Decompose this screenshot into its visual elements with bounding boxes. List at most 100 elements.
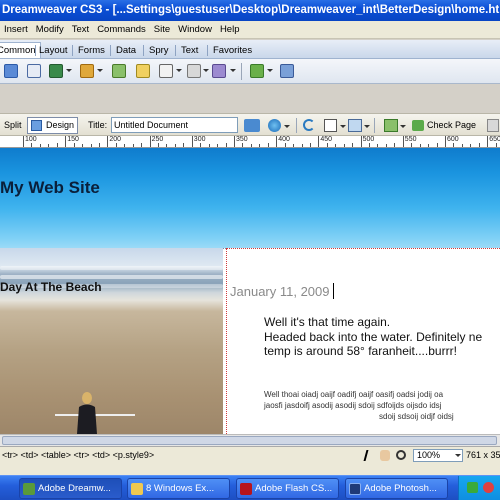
- menu-commands[interactable]: Commands: [93, 21, 150, 39]
- refresh-icon[interactable]: [303, 119, 315, 131]
- validate-markup-icon[interactable]: [384, 119, 398, 132]
- document-title-input[interactable]: [111, 117, 238, 133]
- template-icon[interactable]: [250, 64, 264, 78]
- scrollbar-thumb[interactable]: [2, 436, 497, 445]
- menu-bar: Insert Modify Text Commands Site Window Help: [0, 21, 500, 39]
- tab-divider: [72, 45, 73, 56]
- chevron-down-icon[interactable]: [364, 125, 370, 128]
- menu-window[interactable]: Window: [174, 21, 216, 39]
- tab-favorites[interactable]: Favorites: [209, 43, 256, 59]
- status-bar: <tr> <td> <table> <tr> <td> <p.style9> 1…: [0, 446, 500, 463]
- head-icon[interactable]: [187, 64, 201, 78]
- hand-tool-icon[interactable]: [380, 450, 390, 461]
- taskbar-item-flash[interactable]: Adobe Flash CS...: [236, 478, 339, 499]
- flash-icon: [240, 483, 252, 495]
- ruler-minor-tick: [174, 144, 176, 147]
- beach-caption[interactable]: Day At The Beach: [0, 280, 102, 294]
- chevron-down-icon[interactable]: [66, 69, 72, 72]
- menu-site[interactable]: Site: [150, 21, 174, 39]
- tab-spry[interactable]: Spry: [145, 43, 173, 59]
- ruler-minor-tick: [394, 143, 396, 147]
- select-tool-icon[interactable]: [363, 450, 377, 461]
- visual-aids-icon[interactable]: [348, 119, 362, 132]
- image-icon[interactable]: [49, 64, 63, 78]
- file-management-icon[interactable]: [244, 119, 260, 132]
- post-date[interactable]: January 11, 2009: [230, 284, 330, 299]
- split-label: Split: [4, 120, 22, 130]
- ruler-minor-tick: [132, 144, 134, 147]
- tab-text[interactable]: Text: [177, 43, 202, 59]
- check-page-button[interactable]: Check Page: [409, 117, 480, 134]
- chevron-down-icon[interactable]: [284, 125, 290, 128]
- split-view-button[interactable]: Split: [0, 117, 26, 134]
- tray-app-icon[interactable]: [467, 482, 478, 493]
- ruler-label: 450: [320, 136, 333, 143]
- menu-text[interactable]: Text: [68, 21, 93, 39]
- comment-icon[interactable]: [159, 64, 173, 78]
- beach-photo[interactable]: Day At The Beach: [0, 248, 223, 434]
- ruler-major-tick: [234, 136, 235, 147]
- chevron-down-icon[interactable]: [340, 125, 346, 128]
- post-paragraph[interactable]: Well it's that time again. Headed back i…: [264, 315, 500, 359]
- ruler-label: 350: [236, 136, 248, 143]
- taskbar-item-dreamweaver[interactable]: Adobe Dreamw...: [19, 478, 122, 499]
- check-page-label: Check Page: [427, 120, 477, 130]
- server-include-icon[interactable]: [136, 64, 150, 78]
- paragraph-line: sdoij sdsoij oidjf oidsj: [379, 412, 454, 421]
- document-options-icon[interactable]: [487, 119, 499, 132]
- zoom-tool-icon[interactable]: [396, 450, 406, 460]
- paragraph-line: temp is around 58° faranheit....burrr!: [264, 344, 457, 358]
- dreamweaver-icon: [23, 483, 35, 495]
- content-cell[interactable]: January 11, 2009 Well it's that time aga…: [226, 248, 500, 434]
- preview-browser-icon[interactable]: [268, 119, 281, 132]
- paragraph-line: Well it's that time again.: [264, 315, 391, 329]
- table-icon[interactable]: [27, 64, 41, 78]
- ruler-minor-tick: [90, 144, 92, 147]
- ruler-minor-tick: [48, 144, 50, 147]
- tag-selector[interactable]: <tr> <td> <table> <tr> <td> <p.style9>: [2, 447, 154, 463]
- chevron-down-icon[interactable]: [267, 69, 273, 72]
- script-icon[interactable]: [212, 64, 226, 78]
- menu-modify[interactable]: Modify: [32, 21, 68, 39]
- window-size[interactable]: 761 x 35: [466, 447, 500, 463]
- view-options-icon[interactable]: [324, 119, 337, 132]
- toolbar-divider: [296, 118, 297, 133]
- chevron-down-icon[interactable]: [230, 69, 236, 72]
- tab-data[interactable]: Data: [112, 43, 140, 59]
- menu-insert[interactable]: Insert: [0, 21, 32, 39]
- chevron-down-icon[interactable]: [176, 69, 182, 72]
- folder-icon: [131, 483, 143, 495]
- ruler-minor-tick: [470, 144, 472, 147]
- taskbar-item-photoshop[interactable]: Adobe Photosh...: [345, 478, 448, 499]
- menu-help[interactable]: Help: [216, 21, 244, 39]
- ruler-major-tick: [318, 136, 320, 147]
- date-icon[interactable]: [112, 64, 126, 78]
- tab-layout[interactable]: Layout: [35, 43, 72, 59]
- design-view-button[interactable]: Design: [27, 117, 79, 134]
- ruler-label: 150: [67, 136, 79, 143]
- ruler-minor-tick: [495, 143, 497, 147]
- chevron-down-icon[interactable]: [97, 69, 103, 72]
- horizontal-scrollbar[interactable]: [0, 434, 500, 446]
- ruler-major-tick: [487, 136, 489, 147]
- ruler-label: 200: [109, 136, 122, 143]
- taskbar-item-explorer[interactable]: 8 Windows Ex...: [127, 478, 230, 499]
- chevron-down-icon[interactable]: [455, 454, 461, 457]
- filler-paragraph[interactable]: Well thoai oiadj oaijf oadifj oaijf oasi…: [264, 389, 500, 422]
- ruler-label: 650: [489, 136, 500, 143]
- tag-chooser-icon[interactable]: [280, 64, 294, 78]
- chevron-down-icon[interactable]: [400, 125, 406, 128]
- ruler-minor-tick: [301, 144, 303, 147]
- tab-forms[interactable]: Forms: [74, 43, 109, 59]
- media-icon[interactable]: [80, 64, 94, 78]
- site-title[interactable]: My Web Site: [0, 178, 100, 198]
- design-view[interactable]: My Web Site Day At The Beach January 11,…: [0, 148, 500, 434]
- ruler-label: 250: [151, 136, 164, 143]
- ruler-major-tick: [360, 136, 362, 147]
- chevron-down-icon[interactable]: [203, 69, 209, 72]
- tray-status-icon[interactable]: [483, 482, 494, 493]
- hyperlink-icon[interactable]: [4, 64, 18, 78]
- ruler-minor-tick: [183, 143, 185, 147]
- window-title-bar[interactable]: Dreamweaver CS3 - [...Settings\guestuser…: [0, 0, 500, 21]
- ruler-minor-tick: [293, 144, 295, 147]
